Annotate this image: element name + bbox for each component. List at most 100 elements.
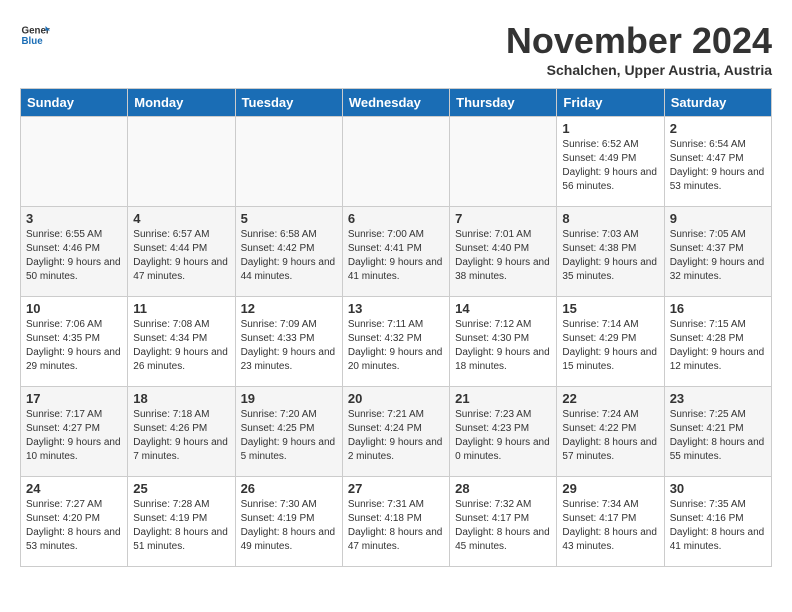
day-number: 6 — [348, 211, 444, 226]
calendar-cell: 12 Sunrise: 7:09 AM Sunset: 4:33 PM Dayli… — [235, 297, 342, 387]
day-info: Sunrise: 7:30 AM Sunset: 4:19 PM Dayligh… — [241, 498, 337, 554]
day-info: Sunrise: 7:08 AM Sunset: 4:34 PM Dayligh… — [133, 318, 229, 374]
day-info: Sunrise: 7:25 AM Sunset: 4:21 PM Dayligh… — [670, 408, 766, 464]
day-number: 14 — [455, 301, 551, 316]
header-sunday: Sunday — [21, 89, 128, 117]
header-tuesday: Tuesday — [235, 89, 342, 117]
day-number: 21 — [455, 391, 551, 406]
calendar-cell: 7 Sunrise: 7:01 AM Sunset: 4:40 PM Daylig… — [450, 207, 557, 297]
day-info: Sunrise: 7:11 AM Sunset: 4:32 PM Dayligh… — [348, 318, 444, 374]
calendar-cell: 2Sunrise: 6:54 AM Sunset: 4:47 PM Daylig… — [664, 117, 771, 207]
header-saturday: Saturday — [664, 89, 771, 117]
day-number: 30 — [670, 481, 766, 496]
day-number: 15 — [562, 301, 658, 316]
day-number: 26 — [241, 481, 337, 496]
day-number: 13 — [348, 301, 444, 316]
calendar-cell: 27Sunrise: 7:31 AM Sunset: 4:18 PM Dayli… — [342, 477, 449, 567]
calendar-cell: 5 Sunrise: 6:58 AM Sunset: 4:42 PM Daylig… — [235, 207, 342, 297]
day-number: 28 — [455, 481, 551, 496]
day-info: Sunrise: 7:20 AM Sunset: 4:25 PM Dayligh… — [241, 408, 337, 464]
day-info: Sunrise: 7:03 AM Sunset: 4:38 PM Dayligh… — [562, 228, 658, 284]
day-info: Sunrise: 7:24 AM Sunset: 4:22 PM Dayligh… — [562, 408, 658, 464]
calendar-header-row: SundayMondayTuesdayWednesdayThursdayFrid… — [21, 89, 772, 117]
day-number: 22 — [562, 391, 658, 406]
calendar-cell: 1 Sunrise: 6:52 AM Sunset: 4:49 PM Daylig… — [557, 117, 664, 207]
day-number: 23 — [670, 391, 766, 406]
calendar-cell: 22 Sunrise: 7:24 AM Sunset: 4:22 PM Dayli… — [557, 387, 664, 477]
day-info: Sunrise: 7:01 AM Sunset: 4:40 PM Dayligh… — [455, 228, 551, 284]
day-number: 27 — [348, 481, 444, 496]
header-friday: Friday — [557, 89, 664, 117]
calendar-cell — [235, 117, 342, 207]
day-info: Sunrise: 6:58 AM Sunset: 4:42 PM Dayligh… — [241, 228, 337, 284]
calendar-week-row: 1 Sunrise: 6:52 AM Sunset: 4:49 PM Daylig… — [21, 117, 772, 207]
calendar-week-row: 17Sunrise: 7:17 AM Sunset: 4:27 PM Dayli… — [21, 387, 772, 477]
day-info: Sunrise: 7:05 AM Sunset: 4:37 PM Dayligh… — [670, 228, 766, 284]
calendar-week-row: 24 Sunrise: 7:27 AM Sunset: 4:20 PM Dayli… — [21, 477, 772, 567]
day-number: 4 — [133, 211, 229, 226]
calendar-cell: 9 Sunrise: 7:05 AM Sunset: 4:37 PM Daylig… — [664, 207, 771, 297]
day-info: Sunrise: 7:21 AM Sunset: 4:24 PM Dayligh… — [348, 408, 444, 464]
calendar-cell: 3Sunrise: 6:55 AM Sunset: 4:46 PM Daylig… — [21, 207, 128, 297]
day-number: 10 — [26, 301, 122, 316]
day-info: Sunrise: 7:14 AM Sunset: 4:29 PM Dayligh… — [562, 318, 658, 374]
logo: General Blue — [20, 20, 50, 50]
calendar-week-row: 10 Sunrise: 7:06 AM Sunset: 4:35 PM Dayli… — [21, 297, 772, 387]
day-info: Sunrise: 6:57 AM Sunset: 4:44 PM Dayligh… — [133, 228, 229, 284]
day-number: 25 — [133, 481, 229, 496]
calendar-cell: 21 Sunrise: 7:23 AM Sunset: 4:23 PM Dayli… — [450, 387, 557, 477]
calendar-cell: 23 Sunrise: 7:25 AM Sunset: 4:21 PM Dayli… — [664, 387, 771, 477]
calendar-cell: 13 Sunrise: 7:11 AM Sunset: 4:32 PM Dayli… — [342, 297, 449, 387]
calendar-cell: 19 Sunrise: 7:20 AM Sunset: 4:25 PM Dayli… — [235, 387, 342, 477]
day-number: 16 — [670, 301, 766, 316]
day-info: Sunrise: 7:28 AM Sunset: 4:19 PM Dayligh… — [133, 498, 229, 554]
title-area: November 2024 Schalchen, Upper Austria, … — [506, 20, 772, 78]
header-monday: Monday — [128, 89, 235, 117]
day-number: 24 — [26, 481, 122, 496]
calendar-cell: 16 Sunrise: 7:15 AM Sunset: 4:28 PM Dayli… — [664, 297, 771, 387]
calendar-cell: 10 Sunrise: 7:06 AM Sunset: 4:35 PM Dayli… — [21, 297, 128, 387]
day-info: Sunrise: 7:23 AM Sunset: 4:23 PM Dayligh… — [455, 408, 551, 464]
day-info: Sunrise: 7:35 AM Sunset: 4:16 PM Dayligh… — [670, 498, 766, 554]
calendar-cell: 15 Sunrise: 7:14 AM Sunset: 4:29 PM Dayli… — [557, 297, 664, 387]
calendar-cell: 29 Sunrise: 7:34 AM Sunset: 4:17 PM Dayli… — [557, 477, 664, 567]
calendar-cell: 4 Sunrise: 6:57 AM Sunset: 4:44 PM Daylig… — [128, 207, 235, 297]
calendar-cell — [450, 117, 557, 207]
svg-text:Blue: Blue — [22, 36, 44, 47]
day-info: Sunrise: 7:34 AM Sunset: 4:17 PM Dayligh… — [562, 498, 658, 554]
calendar-week-row: 3Sunrise: 6:55 AM Sunset: 4:46 PM Daylig… — [21, 207, 772, 297]
day-number: 9 — [670, 211, 766, 226]
day-number: 3 — [26, 211, 122, 226]
calendar-cell: 25 Sunrise: 7:28 AM Sunset: 4:19 PM Dayli… — [128, 477, 235, 567]
calendar-cell — [128, 117, 235, 207]
day-number: 11 — [133, 301, 229, 316]
day-number: 19 — [241, 391, 337, 406]
day-info: Sunrise: 7:06 AM Sunset: 4:35 PM Dayligh… — [26, 318, 122, 374]
calendar-cell: 14 Sunrise: 7:12 AM Sunset: 4:30 PM Dayli… — [450, 297, 557, 387]
day-number: 18 — [133, 391, 229, 406]
month-title: November 2024 — [506, 20, 772, 62]
day-number: 8 — [562, 211, 658, 226]
day-info: Sunrise: 7:00 AM Sunset: 4:41 PM Dayligh… — [348, 228, 444, 284]
day-number: 20 — [348, 391, 444, 406]
day-info: Sunrise: 6:52 AM Sunset: 4:49 PM Dayligh… — [562, 138, 658, 194]
calendar-cell: 26 Sunrise: 7:30 AM Sunset: 4:19 PM Dayli… — [235, 477, 342, 567]
day-number: 29 — [562, 481, 658, 496]
location-subtitle: Schalchen, Upper Austria, Austria — [506, 62, 772, 78]
calendar-cell — [342, 117, 449, 207]
day-info: Sunrise: 7:12 AM Sunset: 4:30 PM Dayligh… — [455, 318, 551, 374]
day-info: Sunrise: 7:09 AM Sunset: 4:33 PM Dayligh… — [241, 318, 337, 374]
day-info: Sunrise: 7:27 AM Sunset: 4:20 PM Dayligh… — [26, 498, 122, 554]
day-number: 7 — [455, 211, 551, 226]
day-number: 1 — [562, 121, 658, 136]
logo-icon: General Blue — [20, 20, 50, 50]
day-number: 17 — [26, 391, 122, 406]
day-number: 12 — [241, 301, 337, 316]
calendar-cell: 24 Sunrise: 7:27 AM Sunset: 4:20 PM Dayli… — [21, 477, 128, 567]
day-info: Sunrise: 7:15 AM Sunset: 4:28 PM Dayligh… — [670, 318, 766, 374]
header-thursday: Thursday — [450, 89, 557, 117]
day-number: 5 — [241, 211, 337, 226]
calendar-cell: 28Sunrise: 7:32 AM Sunset: 4:17 PM Dayli… — [450, 477, 557, 567]
calendar-cell: 20 Sunrise: 7:21 AM Sunset: 4:24 PM Dayli… — [342, 387, 449, 477]
calendar-table: SundayMondayTuesdayWednesdayThursdayFrid… — [20, 88, 772, 567]
